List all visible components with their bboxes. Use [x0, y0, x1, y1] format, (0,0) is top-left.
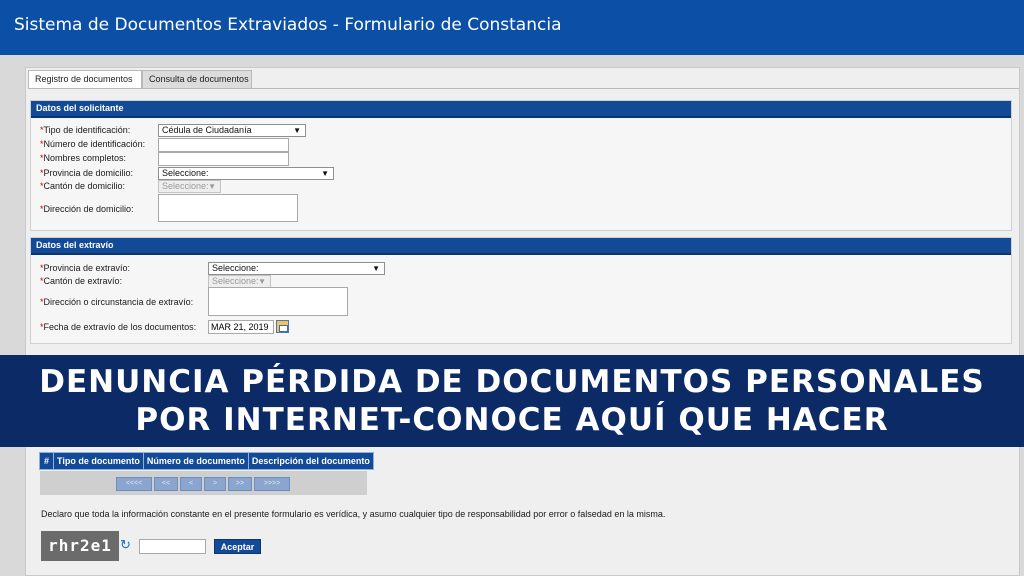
label-nombres: *Nombres completos:: [40, 153, 127, 163]
app-title: Sistema de Documentos Extraviados - Form…: [14, 15, 562, 35]
tab-consulta-documentos[interactable]: Consulta de documentos: [142, 70, 252, 89]
label-canton-domicilio: *Cantón de domicilio:: [40, 181, 126, 191]
column-header-index: #: [39, 452, 54, 470]
chevron-down-icon: ▼: [208, 182, 216, 191]
app-header: Sistema de Documentos Extraviados - Form…: [0, 0, 1024, 55]
accept-button[interactable]: Aceptar: [214, 539, 261, 554]
column-header-numero: Número de documento: [142, 452, 249, 470]
tab-divider: [28, 88, 1019, 89]
captcha-input[interactable]: [139, 539, 206, 554]
declaration-text: Declaro que toda la información constant…: [41, 509, 666, 519]
label-provincia-extravio: *Provincia de extravío:: [40, 263, 131, 273]
label-direccion-extravio: *Dirección o circunstancia de extravío:: [40, 297, 194, 307]
label-tipo-identificacion: *Tipo de identificación:: [40, 125, 131, 135]
select-canton-domicilio[interactable]: Seleccione: ▼: [158, 180, 221, 193]
chevron-down-icon: ▼: [258, 277, 266, 286]
textarea-direccion-extravio[interactable]: [208, 287, 348, 316]
input-numero-identificacion[interactable]: [158, 138, 289, 152]
column-header-descripcion: Descripción del documento: [247, 452, 374, 470]
label-provincia-domicilio: *Provincia de domicilio:: [40, 168, 134, 178]
select-provincia-domicilio[interactable]: Seleccione: ▼: [158, 167, 334, 180]
banner-line-2: POR INTERNET-CONOCE AQUÍ QUE HACER: [135, 402, 889, 438]
pager-next-page-button[interactable]: >>: [228, 477, 252, 491]
label-fecha-extravio: *Fecha de extravío de los documentos:: [40, 322, 197, 332]
textarea-direccion-domicilio[interactable]: [158, 194, 298, 222]
input-fecha-extravio[interactable]: MAR 21, 2019: [208, 320, 274, 334]
section-heading-solicitante: Datos del solicitante: [31, 101, 1011, 118]
pager-first-button[interactable]: <<<<: [116, 477, 152, 491]
captcha-image: rhr2e1: [41, 531, 119, 561]
chevron-down-icon: ▼: [321, 169, 329, 178]
pager-prev-page-button[interactable]: <<: [154, 477, 178, 491]
chevron-down-icon: ▼: [293, 126, 301, 135]
column-header-tipo: Tipo de documento: [53, 452, 144, 470]
pager-last-button[interactable]: >>>>: [254, 477, 290, 491]
pager-prev-button[interactable]: <: [180, 477, 202, 491]
tab-registro-documentos[interactable]: Registro de documentos: [28, 70, 142, 89]
table-header-row: # Tipo de documento Número de documento …: [39, 452, 374, 470]
label-numero-identificacion: *Número de identificación:: [40, 139, 146, 149]
section-heading-extravio: Datos del extravío: [31, 238, 1011, 255]
input-nombres[interactable]: [158, 152, 289, 166]
label-direccion-domicilio: *Dirección de domicilio:: [40, 204, 134, 214]
select-tipo-identificacion[interactable]: Cédula de Ciudadanía ▼: [158, 124, 306, 137]
select-provincia-extravio[interactable]: Seleccione: ▼: [208, 262, 385, 275]
title-banner: DENUNCIA PÉRDIDA DE DOCUMENTOS PERSONALE…: [0, 355, 1024, 447]
banner-line-1: DENUNCIA PÉRDIDA DE DOCUMENTOS PERSONALE…: [39, 364, 985, 400]
pager-next-button[interactable]: >: [204, 477, 226, 491]
label-canton-extravio: *Cantón de extravío:: [40, 276, 123, 286]
refresh-icon[interactable]: ↻: [120, 538, 132, 551]
documents-table: # Tipo de documento Número de documento …: [39, 452, 374, 470]
table-pager: <<<< << < > >> >>>>: [40, 471, 367, 495]
chevron-down-icon: ▼: [372, 264, 380, 273]
calendar-icon[interactable]: [276, 320, 289, 333]
